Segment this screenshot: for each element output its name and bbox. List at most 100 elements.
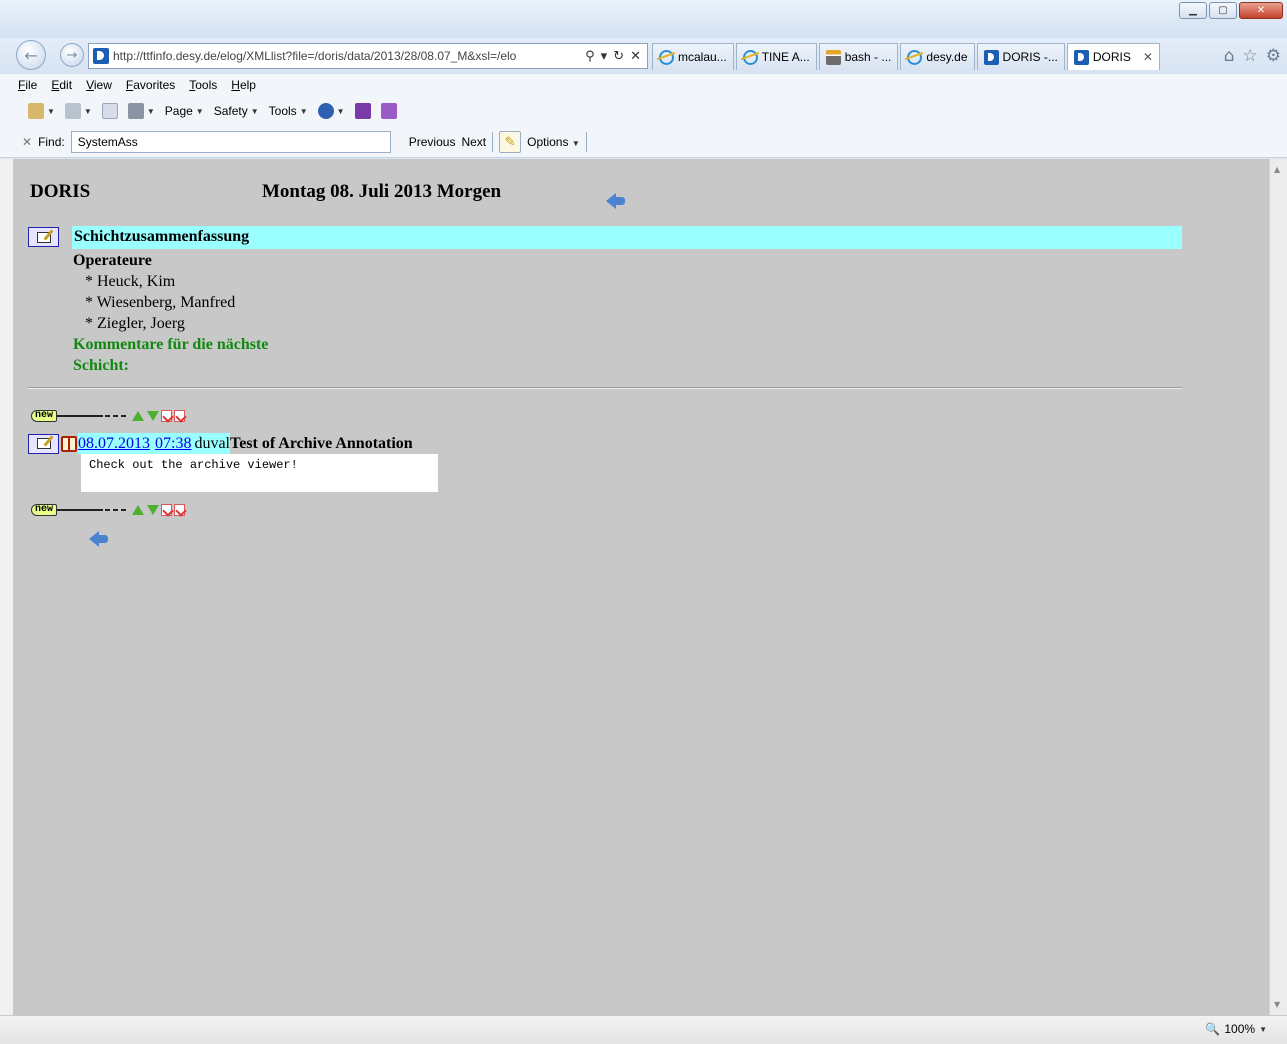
summary-title: Schichtzusammenfassung [74,228,250,245]
section-divider [28,387,1182,389]
close-find-icon[interactable]: ✕ [22,135,32,149]
new-entry-row: new [31,409,186,423]
back-arrow-icon: ← [24,45,38,65]
options-label: Options [527,134,569,149]
pdf-icon[interactable] [174,410,186,422]
navigation-bar: ← → http://ttfinfo.desy.de/elog/XMLlist?… [0,38,1287,74]
chevron-down-icon: ▼ [336,106,345,116]
menu-tools[interactable]: Tools [189,78,217,92]
vertical-scrollbar[interactable]: ▲ ▼ [1269,159,1287,1015]
arrow-up-icon[interactable] [132,411,145,421]
page-menu-button[interactable]: Page ▼ [165,104,204,118]
scroll-up-icon[interactable]: ▲ [1274,165,1280,174]
entry-date-link[interactable]: 08.07.2013 [78,435,150,453]
page-content: DORIS Montag 08. Juli 2013 Morgen Schich… [13,159,1269,1015]
chevron-down-icon: ▼ [250,106,259,116]
arrow-down-icon[interactable] [147,411,160,421]
stop-icon[interactable]: ✕ [630,49,641,64]
menu-file[interactable]: File [18,78,37,92]
pdf-icon[interactable] [161,504,173,516]
zoom-control[interactable]: 🔍 100% ▼ [1205,1022,1267,1036]
menu-bar: File Edit View Favorites Tools Help [0,74,1287,96]
safety-menu-button[interactable]: Safety ▼ [214,104,259,118]
chevron-down-icon: ▼ [146,106,155,116]
entry-header: 08.07.2013 07:38 duval Test of Archive A… [28,433,413,454]
window-controls: ▁ ▢ ✕ [1179,2,1283,19]
address-url[interactable]: http://ttfinfo.desy.de/elog/XMLlist?file… [113,49,579,63]
status-bar: 🔍 100% ▼ [0,1015,1287,1044]
feeds-command[interactable]: ▼ [64,103,92,119]
menu-favorites[interactable]: Favorites [126,78,175,92]
menu-view[interactable]: View [86,78,112,92]
maximize-button[interactable]: ▢ [1209,2,1237,19]
divider-line [57,509,104,511]
refresh-icon[interactable]: ↻ [613,49,624,64]
find-previous-button[interactable]: Previous [409,135,456,149]
menu-help[interactable]: Help [231,78,256,92]
new-entry-row: new [31,503,186,517]
chevron-down-icon: ▼ [195,106,204,116]
previous-shift-arrow-icon[interactable] [89,531,109,547]
tools-menu-button[interactable]: Tools ▼ [269,104,308,118]
menu-edit[interactable]: Edit [51,78,72,92]
search-icon[interactable]: ⚲ [585,49,595,64]
mail-command[interactable] [101,103,118,119]
home-icon[interactable]: ⌂ [1224,46,1235,66]
operator-item: * Heuck, Kim [85,273,176,290]
new-entry-button[interactable]: new [31,410,58,422]
scroll-down-icon[interactable]: ▼ [1274,1000,1280,1009]
tab-bash[interactable]: bash - ... [818,43,899,70]
back-button[interactable]: ← [16,40,46,70]
forward-button[interactable]: → [60,43,84,67]
entry-author: duval [194,434,230,452]
find-input[interactable] [70,130,391,153]
tab-tine[interactable]: TINE A... [735,43,817,70]
favorites-star-icon[interactable]: ☆ [1243,46,1258,66]
edit-entry-button[interactable] [28,433,59,454]
divider-dashes [105,509,130,511]
tab-desy[interactable]: desy.de [900,43,975,70]
previous-shift-arrow-icon[interactable] [606,193,626,209]
help-command[interactable]: ▼ [317,103,345,119]
highlight-pencil-icon[interactable]: ✎ [499,130,522,153]
book-icon[interactable] [61,435,77,452]
arrow-up-icon[interactable] [132,505,145,515]
entry-time-link[interactable]: 07:38 [155,435,191,453]
dropdown-icon[interactable]: ▾ [601,49,608,64]
onenote-linked-icon[interactable] [380,103,397,119]
print-command[interactable]: ▼ [127,103,155,119]
pdf-icon[interactable] [161,410,173,422]
home-icon [28,103,44,119]
zoom-level: 100% [1224,1022,1256,1036]
tab-mcalau[interactable]: mcalau... [652,43,734,70]
minimize-button[interactable]: ▁ [1179,2,1207,19]
operator-item: * Wiesenberg, Manfred [85,294,236,311]
home-command[interactable]: ▼ [28,103,55,119]
page-left-margin [0,159,13,1015]
tab-label: bash - ... [844,50,892,64]
edit-summary-button[interactable] [28,227,59,247]
pdf-icon[interactable] [174,504,186,516]
address-bar[interactable]: http://ttfinfo.desy.de/elog/XMLlist?file… [88,43,648,69]
new-entry-button[interactable]: new [31,504,58,516]
find-next-button[interactable]: Next [461,135,486,149]
gear-icon[interactable]: ⚙ [1266,46,1281,66]
close-tab-icon[interactable]: ✕ [1143,50,1153,64]
arrow-down-icon[interactable] [147,505,160,515]
chevron-down-icon: ▼ [1259,1024,1267,1034]
find-options-button[interactable]: Options ▼ [527,135,580,149]
find-bar: ✕ Find: Previous Next ✎ Options ▼ [0,126,1287,158]
edit-notepad-icon [36,231,51,243]
doris-icon [1073,49,1089,65]
summary-title-bar: Schichtzusammenfassung [72,226,1182,249]
tab-strip: mcalau... TINE A... bash - ... desy.de D… [652,43,1160,70]
chevron-down-icon: ▼ [299,106,308,116]
onenote-icon[interactable] [354,103,371,119]
comment-heading-cont: Schicht: [73,357,129,374]
divider-line [57,415,104,417]
operator-item: * Ziegler, Joerg [85,315,185,332]
close-window-button[interactable]: ✕ [1239,2,1283,19]
tab-doris-active[interactable]: DORIS ✕ [1066,43,1160,70]
tab-label: DORIS -... [1002,50,1058,64]
tab-doris-1[interactable]: DORIS -... [976,43,1065,70]
